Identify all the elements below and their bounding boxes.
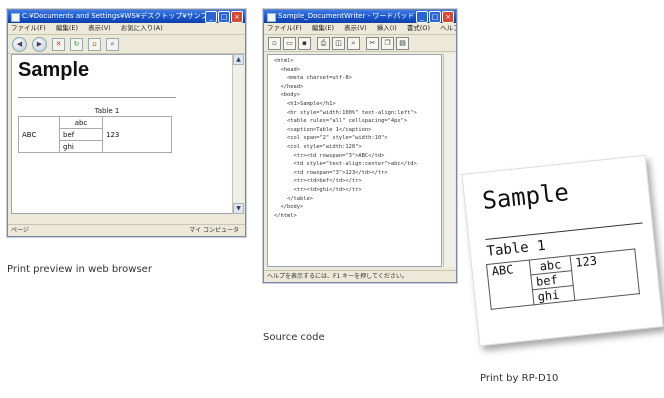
- browser-title: C:¥Documents and Settings¥WS¥デスクトップ¥サンプル: [22, 12, 215, 20]
- cut-icon[interactable]: ✂: [366, 36, 379, 50]
- code-line: <head>: [274, 66, 300, 73]
- open-folder-icon[interactable]: ▭: [283, 36, 296, 50]
- scroll-down-icon[interactable]: ▼: [233, 203, 244, 214]
- editor-window: Sample_DocumentWriter - ワードパッド _ □ × ファイ…: [263, 9, 457, 283]
- code-line: <caption>Table 1</caption>: [274, 126, 372, 133]
- maximize-button[interactable]: □: [218, 11, 230, 23]
- editor-title: Sample_DocumentWriter - ワードパッド: [278, 12, 415, 20]
- menu-edit[interactable]: 編集(E): [312, 24, 334, 32]
- code-line: <meta charset=utf-8>: [274, 75, 352, 82]
- editor-toolbar: ▫ ▭ ▪ ⎙ ◫ ⌕ ✂ ❐ ▤: [264, 35, 456, 52]
- minimize-button[interactable]: _: [205, 11, 217, 23]
- table-cell: ghi: [59, 140, 103, 153]
- editor-titlebar: Sample_DocumentWriter - ワードパッド _ □ ×: [264, 10, 456, 23]
- page-divider: [18, 97, 176, 98]
- paste-icon[interactable]: ▤: [396, 36, 409, 50]
- search-icon[interactable]: ⌕: [106, 37, 119, 51]
- browser-caption: Print preview in web browser: [7, 264, 152, 275]
- window-controls: _ □ ×: [416, 11, 454, 23]
- preview-table: ABC abc 123 bef ghi: [18, 116, 172, 153]
- code-line: <col style="width:120">: [274, 143, 362, 150]
- code-line: </table>: [274, 195, 313, 202]
- code-line: </html>: [274, 212, 297, 219]
- printer-caption: Print by RP-D10: [480, 373, 559, 384]
- menu-view[interactable]: 表示(V): [344, 24, 367, 32]
- code-line: </body>: [274, 204, 304, 211]
- browser-statusbar: ページ マイ コンピュータ: [8, 224, 245, 236]
- code-line: <col span="2" style="width:10">: [274, 135, 388, 142]
- vertical-scrollbar[interactable]: ▲ ▼: [232, 54, 244, 214]
- browser-toolbar: ◀ ▶ ✕ ↻ ⌂ ⌕: [8, 35, 245, 54]
- home-icon[interactable]: ⌂: [88, 37, 101, 51]
- preview-icon[interactable]: ◫: [332, 36, 345, 50]
- page-heading: Sample: [18, 59, 90, 81]
- vertical-scrollbar[interactable]: [443, 54, 455, 267]
- receipt-table-caption: Table 1: [485, 237, 547, 260]
- menu-file[interactable]: ファイル(F): [267, 24, 302, 32]
- table-cell: abc: [59, 116, 103, 129]
- menu-help[interactable]: ヘルプ(H): [440, 24, 456, 32]
- table-value-cell: 123: [102, 116, 172, 153]
- receipt-divider: [485, 222, 643, 240]
- menu-file[interactable]: ファイル(F): [11, 24, 46, 32]
- back-arrow-icon[interactable]: ◀: [12, 36, 27, 52]
- receipt-row-header: ABC: [486, 260, 535, 310]
- minimize-button[interactable]: _: [416, 11, 428, 23]
- forward-arrow-icon[interactable]: ▶: [32, 36, 47, 52]
- save-icon[interactable]: ▪: [298, 36, 311, 50]
- source-caption: Source code: [263, 332, 325, 343]
- browser-app-icon: [11, 13, 20, 22]
- code-line: <hr style="width:100%" text-align:left">: [274, 109, 417, 116]
- editor-statusbar: ヘルプを表示するには、F1 キーを押してください。: [264, 270, 456, 282]
- table-row-header: ABC: [18, 116, 60, 153]
- code-line: <tr><td>ghi</td></tr>: [274, 186, 362, 193]
- code-line: <tr><td rowspan="3">ABC</td>: [274, 152, 385, 159]
- receipt-heading: Sample: [480, 178, 571, 216]
- code-line: <body>: [274, 92, 300, 99]
- new-file-icon[interactable]: ▫: [268, 36, 281, 50]
- window-controls: _ □ ×: [205, 11, 243, 23]
- browser-page: Sample Table 1 ABC abc 123 bef ghi: [11, 54, 233, 214]
- editor-app-icon: [267, 13, 276, 22]
- browser-titlebar: C:¥Documents and Settings¥WS¥デスクトップ¥サンプル…: [8, 10, 245, 23]
- menu-edit[interactable]: 編集(E): [56, 24, 78, 32]
- menu-view[interactable]: 表示(V): [88, 24, 111, 32]
- menu-insert[interactable]: 挿入(I): [377, 24, 397, 32]
- code-line: <table rules="all" cellspacing="4px">: [274, 118, 408, 125]
- refresh-icon[interactable]: ↻: [70, 37, 83, 51]
- table-cell: bef: [59, 128, 103, 141]
- copy-icon[interactable]: ❐: [381, 36, 394, 50]
- code-line: <td rowspan="3">123</td></tr>: [274, 169, 388, 176]
- menu-format[interactable]: 書式(O): [407, 24, 430, 32]
- code-line: <td style="text-align:center">abc</td>: [274, 161, 417, 168]
- print-icon[interactable]: ⎙: [317, 36, 330, 50]
- code-line: <h1>Sample</h1>: [274, 100, 336, 107]
- browser-menubar: ファイル(F) 編集(E) 表示(V) お気に入り(A): [8, 23, 245, 35]
- source-code-area[interactable]: <html> <head> <meta charset=utf-8> </hea…: [267, 54, 442, 267]
- scroll-up-icon[interactable]: ▲: [233, 54, 244, 65]
- status-zone: マイ コンピュータ: [189, 227, 239, 234]
- maximize-button[interactable]: □: [429, 11, 441, 23]
- code-line: </head>: [274, 83, 304, 90]
- receipt-value-cell: 123: [570, 248, 640, 301]
- close-button[interactable]: ×: [442, 11, 454, 23]
- editor-menubar: ファイル(F) 編集(E) 表示(V) 挿入(I) 書式(O) ヘルプ(H): [264, 23, 456, 35]
- code-line: <html>: [274, 58, 294, 64]
- table-caption: Table 1: [94, 107, 120, 115]
- menu-favorites[interactable]: お気に入り(A): [121, 24, 163, 32]
- code-line: <tr><td>bef</td></tr>: [274, 178, 362, 185]
- printed-receipt: Sample Table 1 ABC abc 123 bef ghi: [461, 154, 664, 347]
- close-button[interactable]: ×: [231, 11, 243, 23]
- browser-window: C:¥Documents and Settings¥WS¥デスクトップ¥サンプル…: [7, 9, 246, 237]
- find-icon[interactable]: ⌕: [347, 36, 360, 50]
- status-text: ページ: [11, 227, 29, 234]
- stop-icon[interactable]: ✕: [52, 37, 65, 51]
